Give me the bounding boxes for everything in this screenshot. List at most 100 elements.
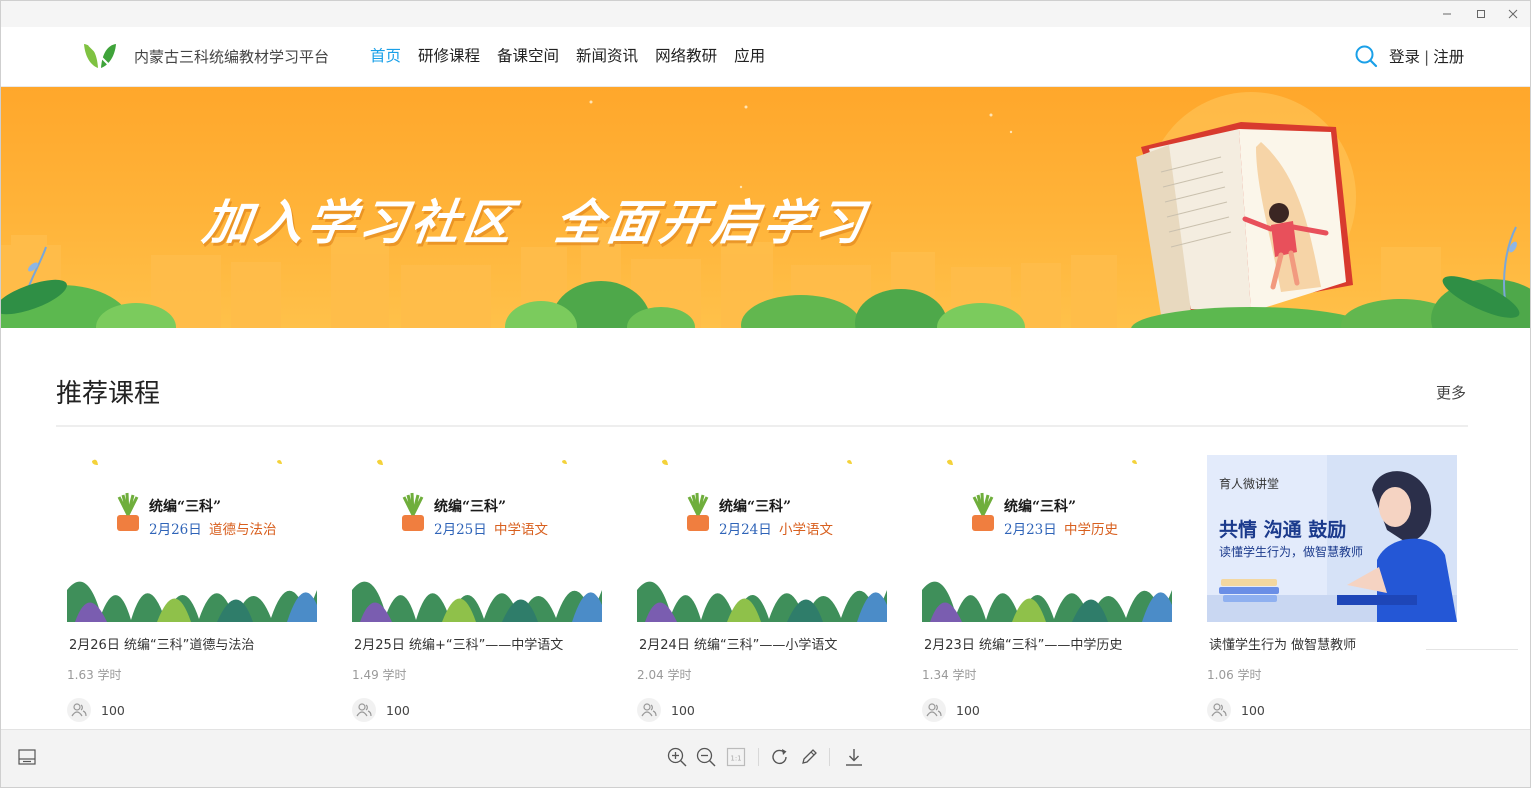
- learner-count: 100: [637, 698, 695, 722]
- minimize-button[interactable]: [1438, 5, 1456, 23]
- thumb-heading: 统编“三科”: [719, 499, 792, 515]
- edit-button[interactable]: [798, 746, 820, 768]
- nav-home[interactable]: 首页: [370, 44, 401, 66]
- learner-count: 100: [352, 698, 410, 722]
- learner-count: 100: [1207, 698, 1265, 722]
- thumb-subject: 中学历史: [1064, 522, 1118, 538]
- thumb-subheading: 读懂学生行为，做智慧教师: [1219, 545, 1364, 559]
- course-hours: 1.63 学时: [67, 668, 122, 682]
- nav-online-research[interactable]: 网络教研: [655, 44, 717, 66]
- thumb-heading: 共情 沟通 鼓励: [1219, 519, 1347, 541]
- actual-size-icon: 1:1: [726, 747, 746, 767]
- course-hours: 1.49 学时: [352, 668, 407, 682]
- nav-courses[interactable]: 研修课程: [418, 44, 480, 66]
- register-link[interactable]: 注册: [1433, 48, 1464, 66]
- section-divider: [56, 425, 1468, 427]
- main-nav: 首页 研修课程 备课空间 新闻资讯 网络教研 应用: [370, 44, 765, 66]
- users-icon: [1207, 698, 1231, 722]
- toolbar-divider: [758, 748, 759, 766]
- zoom-in-icon: [667, 747, 687, 767]
- course-card[interactable]: 统编“三科” 2月23日 中学历史 2月23日 统编“三科”——中学历史 1.3…: [922, 455, 1172, 725]
- title-bar: [1, 1, 1530, 27]
- actual-size-label: 1:1: [730, 755, 741, 763]
- course-card[interactable]: 统编“三科” 2月25日 中学语文 2月25日 统编+“三科”——中学语文 1.…: [352, 455, 602, 725]
- maximize-button[interactable]: [1472, 5, 1490, 23]
- users-icon: [67, 698, 91, 722]
- panel-toggle-button[interactable]: [16, 746, 38, 768]
- zoom-out-button[interactable]: [695, 746, 717, 768]
- course-card[interactable]: 育人微讲堂 共情 沟通 鼓励 读懂学生行为，做智慧教师 读懂学生行为 做智慧教师…: [1207, 455, 1457, 725]
- download-button[interactable]: [843, 746, 865, 768]
- course-title[interactable]: 2月23日 统编“三科”——中学历史: [924, 634, 1122, 653]
- users-icon: [352, 698, 376, 722]
- leaf-logo-icon[interactable]: [83, 41, 117, 71]
- thumb-heading: 统编“三科”: [1004, 499, 1077, 515]
- zoom-out-icon: [696, 747, 716, 767]
- nav-apps[interactable]: 应用: [734, 44, 765, 66]
- course-hours: 1.06 学时: [1207, 668, 1262, 682]
- nav-news[interactable]: 新闻资讯: [576, 44, 638, 66]
- banner-slogan: 加入学习社区 全面开启学习: [199, 183, 873, 253]
- learner-count: 100: [922, 698, 980, 722]
- rotate-icon: [772, 749, 787, 765]
- app-window: 内蒙古三科统编教材学习平台 首页 研修课程 备课空间 新闻资讯 网络教研 应用 …: [0, 0, 1531, 788]
- users-icon: [922, 698, 946, 722]
- users-icon: [637, 698, 661, 722]
- edit-icon: [802, 749, 817, 764]
- toolbar-divider: [829, 748, 830, 766]
- course-thumbnail[interactable]: 育人微讲堂 共情 沟通 鼓励 读懂学生行为，做智慧教师: [1207, 455, 1457, 622]
- download-icon: [846, 749, 862, 766]
- plant-banner-art: [352, 459, 602, 622]
- course-hours: 2.04 学时: [637, 668, 692, 682]
- course-card[interactable]: 统编“三科” 2月24日 小学语文 2月24日 统编“三科”——小学语文 2.0…: [637, 455, 887, 725]
- thumb-date: 2月26日: [149, 522, 202, 538]
- auth-separator: |: [1424, 48, 1430, 66]
- learner-count-value: 100: [956, 702, 980, 718]
- section-title: 推荐课程: [56, 379, 161, 409]
- course-thumbnail[interactable]: 统编“三科” 2月23日 中学历史: [922, 455, 1172, 622]
- nav-lesson-prep[interactable]: 备课空间: [497, 44, 559, 66]
- more-link[interactable]: 更多: [1436, 382, 1466, 403]
- learner-count-value: 100: [671, 702, 695, 718]
- auth-links: 登录 | 注册: [1389, 45, 1464, 67]
- banner-slogan-2: 全面开启学习: [551, 195, 872, 251]
- login-link[interactable]: 登录: [1389, 48, 1420, 66]
- rotate-button[interactable]: [769, 746, 791, 768]
- thumb-date: 2月24日: [719, 522, 772, 538]
- thumb-heading: 统编“三科”: [434, 499, 507, 515]
- close-icon: [1508, 9, 1518, 19]
- course-title[interactable]: 2月24日 统编“三科”——小学语文: [639, 634, 837, 653]
- actual-size-button[interactable]: 1:1: [725, 746, 747, 768]
- panel-icon: [18, 749, 36, 765]
- plant-banner-art: [67, 459, 317, 622]
- course-thumbnail[interactable]: 统编“三科” 2月24日 小学语文: [637, 455, 887, 622]
- learner-count: 100: [67, 698, 125, 722]
- course-thumbnail[interactable]: 统编“三科” 2月26日 道德与法治: [67, 455, 317, 622]
- thumb-subject: 中学语文: [494, 522, 548, 538]
- viewer-toolbar: 1:1: [1, 729, 1530, 787]
- course-title[interactable]: 读懂学生行为 做智慧教师: [1209, 634, 1356, 653]
- course-title[interactable]: 2月26日 统编“三科”道德与法治: [69, 634, 254, 653]
- close-button[interactable]: [1504, 5, 1522, 23]
- hero-banner[interactable]: 加入学习社区 全面开启学习: [1, 87, 1530, 328]
- zoom-in-button[interactable]: [666, 746, 688, 768]
- top-navigation: 内蒙古三科统编教材学习平台 首页 研修课程 备课空间 新闻资讯 网络教研 应用 …: [1, 27, 1530, 87]
- learner-count-value: 100: [386, 702, 410, 718]
- search-icon[interactable]: [1354, 44, 1378, 68]
- course-hours: 1.34 学时: [922, 668, 977, 682]
- thumb-subject: 道德与法治: [209, 522, 277, 538]
- course-title[interactable]: 2月25日 统编+“三科”——中学语文: [354, 634, 563, 653]
- plant-banner-art: [922, 459, 1172, 622]
- learner-count-value: 100: [101, 702, 125, 718]
- thumb-date: 2月23日: [1004, 522, 1057, 538]
- thumb-subject: 小学语文: [779, 522, 833, 538]
- banner-slogan-1: 加入学习社区: [199, 195, 520, 251]
- course-card[interactable]: 统编“三科” 2月26日 道德与法治 2月26日 统编“三科”道德与法治 1.6…: [67, 455, 317, 725]
- site-brand[interactable]: 内蒙古三科统编教材学习平台: [134, 46, 329, 67]
- thumb-heading: 统编“三科”: [149, 499, 222, 515]
- minimize-icon: [1443, 13, 1451, 15]
- learner-count-value: 100: [1241, 702, 1265, 718]
- maximize-icon: [1477, 10, 1485, 18]
- plant-banner-art: [637, 459, 887, 622]
- course-thumbnail[interactable]: 统编“三科” 2月25日 中学语文: [352, 455, 602, 622]
